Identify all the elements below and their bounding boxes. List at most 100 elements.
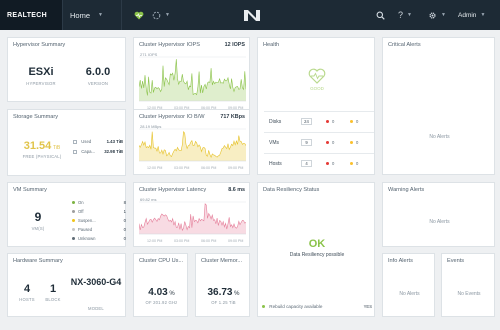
cpu-usage-value: 4.03 % bbox=[134, 287, 189, 298]
free-value: 31.54 bbox=[23, 140, 52, 152]
vm-count: 9 bbox=[34, 210, 42, 224]
spinner-icon[interactable]: ▼ bbox=[152, 0, 170, 30]
home-menu[interactable]: Home ▼ bbox=[70, 0, 103, 30]
vm-state-row: Unknown 0 bbox=[72, 236, 132, 243]
memory-usage-panel[interactable]: Cluster Memor... 36.73 % OF 1.25 TiB bbox=[195, 253, 250, 317]
current-latency: 8.6 ms bbox=[228, 187, 245, 193]
hypervisor-value: ESXi bbox=[28, 66, 54, 78]
health-heart-icon bbox=[308, 68, 326, 86]
state-label: Suspen... bbox=[78, 218, 96, 223]
health-panel[interactable]: Health GOOD Disks 24 0 0 VMs 9 0 0 Hosts 4 0 0 bbox=[257, 37, 375, 175]
version-caption: VERSION bbox=[87, 81, 109, 86]
used-swatch bbox=[73, 139, 77, 144]
cpu-usage-panel[interactable]: Cluster CPU Us... 4.03 % OF 201.92 GHz bbox=[133, 253, 188, 317]
panel-title: Data Resiliency Status bbox=[263, 187, 320, 193]
panel-title: VM Summary bbox=[13, 187, 47, 193]
time-label: 06:00 PM bbox=[201, 166, 216, 170]
peak-label: 271 IOPS bbox=[140, 52, 158, 57]
state-count: 1 bbox=[123, 209, 126, 214]
help-menu[interactable]: ? ▼ bbox=[398, 0, 412, 30]
panel-title: Hypervisor Summary bbox=[13, 42, 66, 48]
no-alerts-message: No Alerts bbox=[399, 291, 420, 297]
time-label: 09:00 PM bbox=[228, 239, 243, 243]
model-caption: MODEL bbox=[88, 306, 104, 311]
storage-free: 31.54 TiB bbox=[13, 140, 71, 152]
panel-title: Events bbox=[447, 258, 465, 264]
series-area bbox=[139, 131, 246, 161]
cluster-name[interactable]: REALTECH bbox=[0, 0, 62, 30]
panel-title: Cluster Hypervisor Latency bbox=[139, 187, 207, 193]
resiliency-message: Data Resiliency possible bbox=[289, 252, 345, 258]
events-panel[interactable]: Events No Events bbox=[441, 253, 495, 317]
vm-caption: VM(S) bbox=[31, 226, 45, 231]
hosts-caption: HOSTS bbox=[19, 297, 35, 302]
home-label: Home bbox=[70, 10, 91, 20]
resiliency-status: OK bbox=[308, 238, 326, 250]
used-label: Used bbox=[81, 139, 92, 144]
health-critical-count: 0 bbox=[326, 119, 334, 124]
time-label: 09:00 PM bbox=[228, 166, 243, 170]
blocks-count: 1 bbox=[49, 283, 57, 295]
warning-alerts-panel[interactable]: Warning Alerts No Alerts bbox=[382, 182, 495, 247]
panel-title: Cluster CPU Us... bbox=[139, 258, 184, 264]
hypervisor-bandwidth-panel[interactable]: Cluster Hypervisor IO B/W 717 KBps 28.19… bbox=[133, 109, 250, 175]
health-heart-icon[interactable] bbox=[133, 0, 144, 30]
health-warning-count: 0 bbox=[350, 140, 358, 145]
info-alerts-panel[interactable]: Info Alerts No Alerts bbox=[382, 253, 435, 317]
time-label: 12:00 PM bbox=[147, 166, 162, 170]
health-warning-count: 0 bbox=[350, 119, 358, 124]
cpu-unit: % bbox=[169, 291, 175, 297]
no-alerts-message: No Alerts bbox=[429, 134, 450, 140]
panel-title: Info Alerts bbox=[388, 258, 413, 264]
vm-state-row: Suspen... 0 bbox=[72, 218, 132, 225]
health-total-count: 4 bbox=[301, 160, 312, 167]
cpu-value: 4.03 bbox=[148, 287, 168, 298]
data-resiliency-panel[interactable]: Data Resiliency Status OK Data Resilienc… bbox=[257, 182, 375, 317]
gear-icon bbox=[429, 11, 436, 19]
no-events-message: No Events bbox=[457, 291, 481, 297]
rebuild-label: Rebuild capacity available bbox=[269, 304, 323, 309]
bandwidth-chart[interactable]: 28.19 MBps 12:00 PM 03:00 PM 06:00 PM 09:00 … bbox=[138, 123, 247, 171]
rebuild-value: YES bbox=[363, 304, 372, 309]
hardware-summary-panel[interactable]: Hardware Summary 4 HOSTS 1 BLOCK NX-3060… bbox=[7, 253, 126, 317]
capacity-value: 32.98 TiB bbox=[104, 149, 123, 154]
state-count: 0 bbox=[123, 218, 126, 223]
state-count: 8 bbox=[123, 200, 126, 205]
no-alerts-message: No Alerts bbox=[429, 219, 450, 225]
health-row-label: Disks bbox=[269, 119, 282, 125]
divider bbox=[62, 0, 63, 30]
state-dot bbox=[72, 219, 75, 223]
hypervisor-summary-panel[interactable]: Hypervisor Summary ESXi HYPERVISOR 6.0.0… bbox=[7, 37, 126, 102]
nutanix-logo[interactable] bbox=[240, 0, 264, 30]
hosts-count: 4 bbox=[23, 283, 31, 295]
latency-chart[interactable]: 69.82 ms 12:00 PM 03:00 PM 06:00 PM 09:00 PM bbox=[138, 196, 247, 244]
health-warning-count: 0 bbox=[350, 161, 358, 166]
time-label: 03:00 PM bbox=[174, 166, 189, 170]
used-value: 1.43 TiB bbox=[106, 139, 123, 144]
used-row: Used 1.43 TiB bbox=[73, 139, 123, 147]
search-icon[interactable] bbox=[376, 0, 385, 30]
health-row[interactable]: Hosts 4 0 0 bbox=[264, 153, 374, 173]
blocks-caption: BLOCK bbox=[45, 297, 61, 302]
panel-title: Health bbox=[263, 42, 280, 48]
hypervisor-latency-panel[interactable]: Cluster Hypervisor Latency 8.6 ms 69.82 … bbox=[133, 182, 250, 247]
vm-state-row: Paused 0 bbox=[72, 227, 132, 234]
memory-unit: % bbox=[234, 291, 240, 297]
panel-title: Warning Alerts bbox=[388, 187, 425, 193]
storage-summary-panel[interactable]: Storage Summary 31.54 TiB FREE (PHYSICAL… bbox=[7, 109, 126, 176]
vm-state-row: Off 1 bbox=[72, 209, 132, 216]
user-menu[interactable]: Admin ▼ bbox=[458, 0, 485, 30]
vm-summary-panel[interactable]: VM Summary 9 VM(S) On 8 Off 1 Suspen... 0 Paus… bbox=[7, 182, 126, 247]
current-iops: 12 IOPS bbox=[224, 42, 245, 48]
settings-menu[interactable]: ▼ bbox=[428, 0, 446, 30]
health-row[interactable]: VMs 9 0 0 bbox=[264, 132, 374, 152]
state-label: Off bbox=[78, 209, 84, 214]
model-value: NX-3060-G4 bbox=[70, 277, 122, 287]
critical-alerts-panel[interactable]: Critical Alerts No Alerts bbox=[382, 37, 495, 175]
chevron-down-icon: ▼ bbox=[165, 12, 170, 18]
health-row-label: VMs bbox=[269, 140, 279, 146]
state-label: Paused bbox=[78, 227, 93, 232]
panel-title: Critical Alerts bbox=[388, 42, 421, 48]
health-row[interactable]: Disks 24 0 0 bbox=[264, 111, 374, 131]
memory-caption: OF 1.25 TiB bbox=[211, 300, 236, 305]
